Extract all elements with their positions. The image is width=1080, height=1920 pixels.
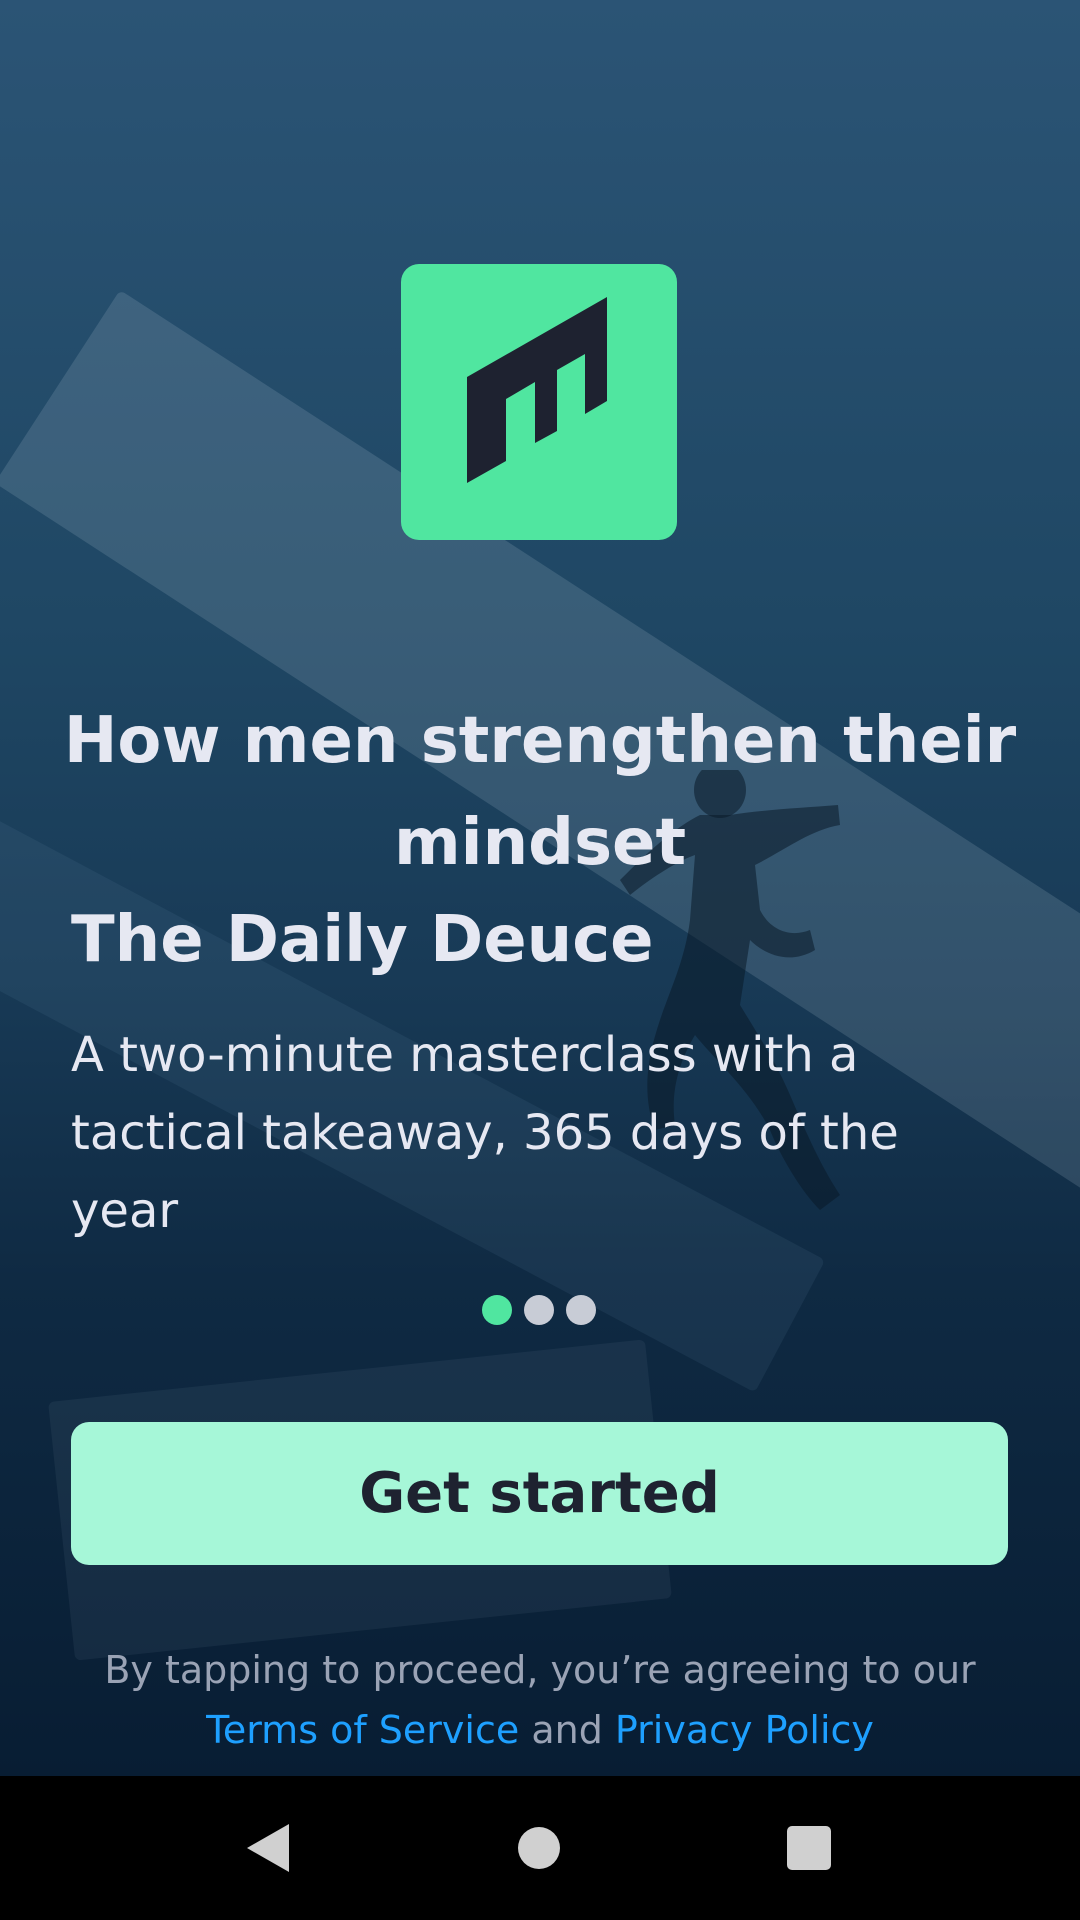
get-started-button[interactable]: Get started — [71, 1422, 1008, 1565]
legal-notice: By tapping to proceed, you’re agreeing t… — [40, 1640, 1040, 1760]
onboarding-screen: How men strengthen their mindset The Dai… — [0, 0, 1080, 1920]
recents-square-icon — [787, 1826, 831, 1870]
app-logo — [401, 264, 677, 540]
nav-back-button[interactable] — [187, 1776, 347, 1920]
home-circle-icon — [518, 1827, 560, 1869]
m-logo-icon — [467, 297, 607, 483]
legal-prefix-text: By tapping to proceed, you’re agreeing t… — [104, 1648, 976, 1692]
back-triangle-icon — [247, 1824, 289, 1872]
nav-recents-button[interactable] — [729, 1776, 889, 1920]
pagination-dot-active[interactable] — [482, 1295, 512, 1325]
terms-of-service-link[interactable]: Terms of Service — [206, 1708, 519, 1752]
privacy-policy-link[interactable]: Privacy Policy — [615, 1708, 874, 1752]
system-navigation-bar — [0, 1776, 1080, 1920]
pagination-dots — [482, 1295, 596, 1325]
nav-home-button[interactable] — [459, 1776, 619, 1920]
onboarding-description: A two-minute masterclass with a tactical… — [71, 1027, 899, 1239]
pagination-dot[interactable] — [524, 1295, 554, 1325]
pagination-dot[interactable] — [566, 1295, 596, 1325]
legal-conjunction-text: and — [531, 1708, 603, 1752]
onboarding-headline: How men strengthen their mindset — [63, 704, 1017, 880]
onboarding-subtitle: The Daily Deuce — [71, 903, 654, 977]
